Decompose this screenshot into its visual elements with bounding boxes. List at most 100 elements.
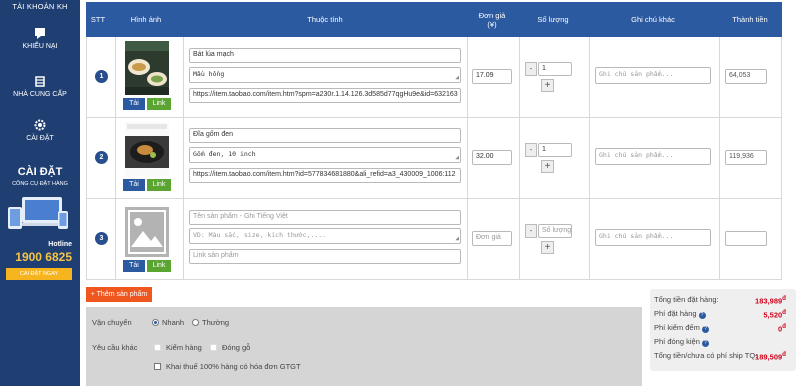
quantity-decrease-button[interactable]: - xyxy=(525,143,537,157)
wood-packing-label[interactable]: Đóng gỗ xyxy=(222,343,250,352)
total-amount: 119,936 xyxy=(725,150,767,165)
gear-icon xyxy=(34,119,46,131)
total-amount xyxy=(725,231,767,246)
shipping-fast-label[interactable]: Nhanh xyxy=(162,318,184,327)
inspect-label[interactable]: Kiểm hàng xyxy=(166,343,202,352)
table-header: STT Hình ảnh Thuộc tính Đơn giá (¥) Số l… xyxy=(86,2,782,37)
quantity-input[interactable]: 1 xyxy=(538,143,572,157)
summary-label: Phí đặt hàng xyxy=(654,309,697,318)
order-summary: Tổng tiền đặt hàng: 183,989đ Phí đặt hàn… xyxy=(650,289,796,371)
complaint-icon xyxy=(35,28,45,39)
hotline-number[interactable]: 1900 6825 xyxy=(15,250,72,264)
image-link-button[interactable]: Link xyxy=(147,98,171,110)
product-properties-text: Gốm đen, 10 inch xyxy=(193,150,256,158)
sidebar-item-label: KHIẾU NẠI xyxy=(22,43,58,50)
price-input[interactable]: 32.00 xyxy=(472,150,512,165)
summary-label: Tổng tiền/chưa có phí ship TQ: xyxy=(654,351,758,360)
product-properties-textarea[interactable]: Gốm đen, 10 inch ◢ xyxy=(189,147,461,163)
header-properties: Thuộc tính xyxy=(307,15,343,24)
price-input[interactable]: Đơn giá xyxy=(472,231,512,246)
total-amount: 64,053 xyxy=(725,69,767,84)
header-price: Đơn giá (¥) xyxy=(478,10,506,29)
help-icon[interactable]: ? xyxy=(698,312,706,319)
add-product-button[interactable]: + Thêm sản phẩm xyxy=(86,287,152,302)
quantity-decrease-button[interactable]: - xyxy=(525,224,537,238)
note-textarea[interactable]: Ghi chú sản phẩm... xyxy=(595,67,711,84)
sidebar-account-label[interactable]: TÀI KHOẢN KH xyxy=(0,0,80,11)
quantity-increase-button[interactable]: + xyxy=(541,241,554,254)
sidebar-item-settings[interactable]: CÀI ĐẶT xyxy=(0,118,80,142)
quantity-input[interactable]: 1 xyxy=(538,62,572,76)
resize-handle-icon[interactable]: ◢ xyxy=(455,235,459,242)
table-row: 1 Tải Link Bát lúa mạch Mầu hồng ◢ https:… xyxy=(86,37,782,118)
wood-packing-checkbox[interactable] xyxy=(210,344,217,351)
resize-handle-icon[interactable]: ◢ xyxy=(455,154,459,161)
product-image[interactable] xyxy=(125,41,169,95)
sidebar: TÀI KHOẢN KH KHIẾU NẠI NHÀ CUNG CẤP CÀI … xyxy=(0,0,80,386)
product-properties-textarea[interactable]: Mầu hồng ◢ xyxy=(189,67,461,83)
header-total: Thành tiền xyxy=(732,15,768,24)
promo-title: CÀI ĐẶT xyxy=(17,166,63,178)
download-image-button[interactable]: Tải xyxy=(123,179,145,191)
product-url-input[interactable]: https://item.taobao.com/item.htm?spm=a23… xyxy=(189,88,461,103)
currency-symbol: đ xyxy=(782,351,786,358)
currency-symbol: đ xyxy=(782,323,786,330)
product-url-input[interactable]: https://item.taobao.com/item.htm?id=5778… xyxy=(189,168,461,183)
help-icon[interactable]: ? xyxy=(701,340,709,347)
row-number: 2 xyxy=(95,151,108,164)
sidebar-item-label: NHÀ CUNG CẤP xyxy=(13,91,67,98)
header-stt: STT xyxy=(90,15,106,24)
price-input[interactable]: 17.09 xyxy=(472,69,512,84)
quantity-decrease-button[interactable]: - xyxy=(525,62,537,76)
image-placeholder-icon[interactable] xyxy=(125,203,169,257)
product-name-input[interactable]: Đĩa gốm đen xyxy=(189,128,461,143)
sidebar-item-label: CÀI ĐẶT xyxy=(26,135,54,142)
currency-symbol: đ xyxy=(782,295,786,302)
resize-handle-icon[interactable]: ◢ xyxy=(455,74,459,81)
summary-label: Tổng tiền đặt hàng: xyxy=(654,295,719,304)
sidebar-item-suppliers[interactable]: NHÀ CUNG CẤP xyxy=(0,74,80,98)
order-options-panel: Vận chuyển Nhanh Thường Yêu cầu khác Kiể… xyxy=(86,307,642,386)
product-name-input[interactable]: Tên sản phẩm - Ghi Tiếng Việt xyxy=(189,210,461,225)
product-name-input[interactable]: Bát lúa mạch xyxy=(189,48,461,63)
header-image: Hình ảnh xyxy=(130,15,162,24)
shipping-normal-label[interactable]: Thường xyxy=(202,318,229,327)
download-image-button[interactable]: Tải xyxy=(123,98,145,110)
inspect-checkbox[interactable] xyxy=(154,344,161,351)
supplier-icon xyxy=(35,76,45,87)
quantity-increase-button[interactable]: + xyxy=(541,160,554,173)
header-note: Ghi chú khác xyxy=(631,15,675,24)
product-properties-placeholder: VD: Màu sắc, size, kích thước,.... xyxy=(193,231,327,239)
extra-requirements-label: Yêu cầu khác xyxy=(92,343,138,352)
product-properties-textarea[interactable]: VD: Màu sắc, size, kích thước,.... ◢ xyxy=(189,228,461,244)
note-textarea[interactable]: Ghi chú sản phẩm... xyxy=(595,229,711,246)
install-now-button[interactable]: CÀI ĐẶT NGAY xyxy=(6,268,72,280)
shipping-label: Vận chuyển xyxy=(92,318,132,327)
row-number: 3 xyxy=(95,232,108,245)
tax-declaration-checkbox[interactable] xyxy=(154,363,161,370)
tax-declaration-label[interactable]: Khai thuế 100% hàng có hóa đơn GTGT xyxy=(166,362,301,371)
summary-value: 189,509 xyxy=(755,352,783,362)
promo-subtitle: CÔNG CỤ ĐẶT HÀNG xyxy=(12,181,68,187)
table-row: 3 Tải Link Tên sản phẩm - Ghi Tiếng Việt… xyxy=(86,199,782,280)
shipping-fast-radio[interactable] xyxy=(152,319,159,326)
image-link-button[interactable]: Link xyxy=(147,260,171,272)
table-row: 2 Tải Link Đĩa gốm đen Gốm đen, 10 inch ◢… xyxy=(86,118,782,199)
summary-value: 5,520 xyxy=(763,310,783,320)
sidebar-item-complaints[interactable]: KHIẾU NẠI xyxy=(0,26,80,50)
download-image-button[interactable]: Tải xyxy=(123,260,145,272)
product-url-input[interactable]: Link sản phẩm xyxy=(189,249,461,264)
summary-label: Phí kiểm đếm xyxy=(654,323,700,332)
quantity-increase-button[interactable]: + xyxy=(541,79,554,92)
quantity-input[interactable]: Số lượng xyxy=(538,224,572,238)
product-properties-text: Mầu hồng xyxy=(193,70,225,78)
row-number: 1 xyxy=(95,70,108,83)
product-image[interactable] xyxy=(125,122,169,176)
shipping-normal-radio[interactable] xyxy=(192,319,199,326)
note-textarea[interactable]: Ghi chú sản phẩm... xyxy=(595,148,711,165)
help-icon[interactable]: ? xyxy=(701,326,709,333)
currency-symbol: đ xyxy=(782,309,786,316)
summary-value: 183,989 xyxy=(755,296,783,306)
summary-label: Phí đóng kiện xyxy=(654,337,700,346)
image-link-button[interactable]: Link xyxy=(147,179,171,191)
